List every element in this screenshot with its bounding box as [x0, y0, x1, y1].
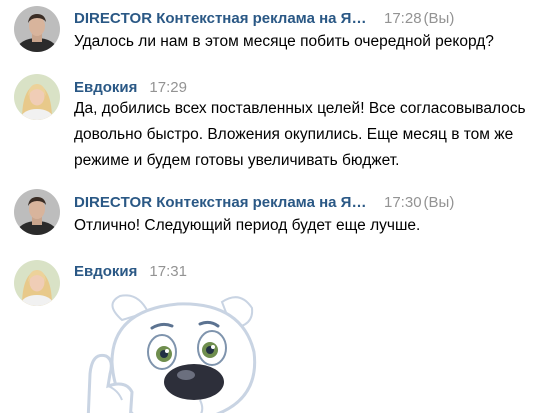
message-text: Да, добились всех поставленных целей! Вс…: [74, 100, 526, 169]
author-name[interactable]: Евдокия: [74, 263, 137, 281]
message-item: DIRECTOR Контекстная реклама на Ян... 17:…: [0, 186, 558, 252]
message-text: Удалось ли нам в этом месяце побить очер…: [74, 33, 494, 50]
own-message-marker: (Вы): [423, 10, 455, 27]
message-header: DIRECTOR Контекстная реклама на Ян... 17:…: [74, 10, 454, 28]
author-name[interactable]: Евдокия: [74, 79, 137, 97]
message-text: Отлично! Следующий период будет еще лучш…: [74, 217, 421, 234]
message-time[interactable]: 17:28: [384, 10, 422, 27]
message-header: Евдокия 17:29: [74, 79, 189, 97]
avatar[interactable]: [14, 74, 60, 120]
message-time[interactable]: 17:31: [149, 263, 187, 280]
woman-avatar-icon: [14, 74, 60, 120]
avatar[interactable]: [14, 189, 60, 235]
avatar[interactable]: [14, 260, 60, 306]
message-item: DIRECTOR Контекстная реклама на Ян... 17:…: [0, 0, 558, 70]
avatar[interactable]: [14, 6, 60, 52]
message-header: DIRECTOR Контекстная реклама на Ян... 17:…: [74, 194, 454, 212]
woman-avatar-icon: [14, 260, 60, 306]
dog-sticker-icon: [86, 294, 257, 413]
own-message-marker: (Вы): [423, 194, 455, 211]
man-avatar-icon: [14, 189, 60, 235]
dog-thumbs-up-sticker[interactable]: [82, 282, 272, 413]
message-header: Евдокия 17:31: [74, 263, 189, 281]
chat-history: DIRECTOR Контекстная реклама на Ян... 17:…: [0, 0, 558, 413]
author-name[interactable]: DIRECTOR Контекстная реклама на Ян...: [74, 194, 372, 212]
man-avatar-icon: [14, 6, 60, 52]
message-item: Евдокия 17:29 Да, добились всех поставлен…: [0, 72, 558, 182]
message-time[interactable]: 17:29: [149, 79, 187, 96]
author-name[interactable]: DIRECTOR Контекстная реклама на Ян...: [74, 10, 372, 28]
message-time[interactable]: 17:30: [384, 194, 422, 211]
